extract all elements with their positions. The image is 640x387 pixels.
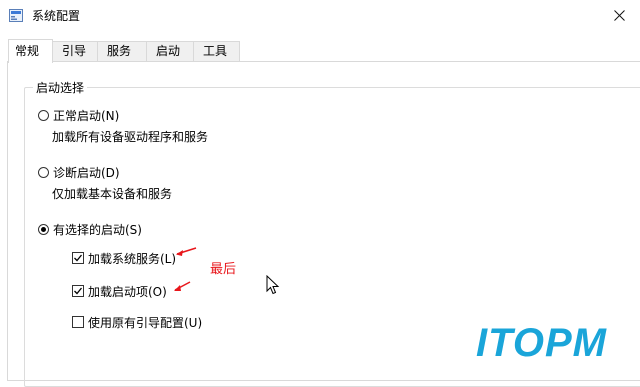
checkbox-label: 使用原有引导配置(U)	[88, 315, 203, 330]
radio-button[interactable]	[38, 109, 49, 121]
close-button[interactable]	[598, 0, 640, 30]
radio-button[interactable]	[38, 166, 49, 178]
tab-general[interactable]: 常规	[8, 39, 53, 63]
radio-selective-startup[interactable]: 有选择的启动(S)	[38, 221, 142, 237]
option-description: 仅加载基本设备和服务	[52, 187, 173, 201]
tab-startup[interactable]: 启动	[146, 41, 194, 61]
radio-diagnostic-startup[interactable]: 诊断启动(D)	[38, 164, 120, 180]
option-description: 加载所有设备驱动程序和服务	[52, 130, 209, 144]
window-title: 系统配置	[32, 9, 81, 23]
itopm-logo: ITOPM	[476, 321, 608, 365]
radio-label: 有选择的启动(S)	[53, 222, 142, 237]
checkbox[interactable]	[72, 252, 84, 264]
tab-label: 启动	[156, 44, 181, 58]
tab-boot[interactable]: 引导	[52, 41, 98, 61]
tab-label: 服务	[107, 44, 132, 58]
checkbox-load-system-services[interactable]: 加载系统服务(L)	[72, 250, 176, 266]
svg-text:ITOPM: ITOPM	[476, 321, 608, 365]
checkmark-icon	[74, 254, 83, 262]
checkbox-label: 加载启动项(O)	[88, 284, 167, 299]
radio-label: 诊断启动(D)	[53, 165, 120, 180]
radio-normal-startup[interactable]: 正常启动(N)	[38, 107, 119, 123]
checkbox-label: 加载系统服务(L)	[88, 251, 177, 266]
radio-label: 正常启动(N)	[53, 108, 120, 123]
tab-services[interactable]: 服务	[97, 41, 147, 61]
annotation-text: 最后	[210, 262, 237, 277]
tab-tools[interactable]: 工具	[193, 41, 240, 61]
system-config-icon	[9, 9, 23, 22]
mouse-pointer-icon	[266, 275, 280, 295]
radio-button[interactable]	[38, 223, 49, 235]
tab-strip: 常规 引导 服务 启动 工具	[0, 39, 640, 63]
checkmark-icon	[74, 287, 83, 295]
title-bar: 系统配置	[0, 0, 640, 30]
checkbox-use-original-boot-config[interactable]: 使用原有引导配置(U)	[72, 314, 202, 330]
group-title: 启动选择	[33, 79, 88, 96]
tab-label: 常规	[15, 44, 40, 58]
tab-label: 引导	[62, 44, 87, 58]
red-arrow-icon	[176, 247, 197, 256]
checkbox[interactable]	[72, 316, 84, 328]
tab-label: 工具	[203, 44, 228, 58]
checkbox[interactable]	[72, 285, 84, 297]
red-arrow-icon	[174, 281, 191, 291]
watermark-logo: ITOPM	[472, 312, 640, 373]
checkbox-load-startup-items[interactable]: 加载启动项(O)	[72, 283, 167, 299]
close-icon	[613, 9, 625, 21]
